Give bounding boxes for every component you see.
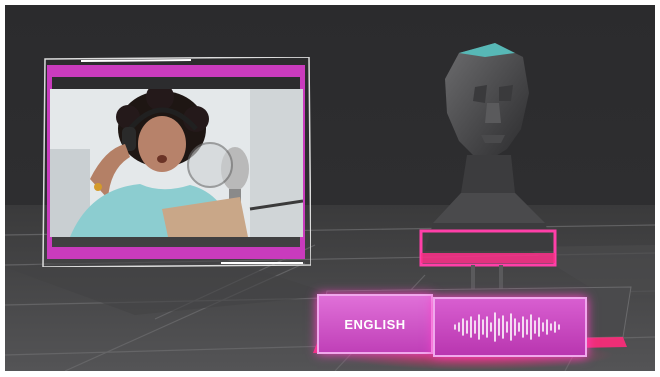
scene: ENGLISH: [5, 5, 655, 371]
language-label-panel: ENGLISH: [317, 294, 433, 354]
language-label: ENGLISH: [344, 316, 406, 332]
audio-waveform-panel: [433, 297, 587, 357]
audio-waveform-icon: [454, 312, 560, 342]
video-person-singing: [50, 89, 303, 237]
low-poly-head-icon: [415, 43, 565, 307]
